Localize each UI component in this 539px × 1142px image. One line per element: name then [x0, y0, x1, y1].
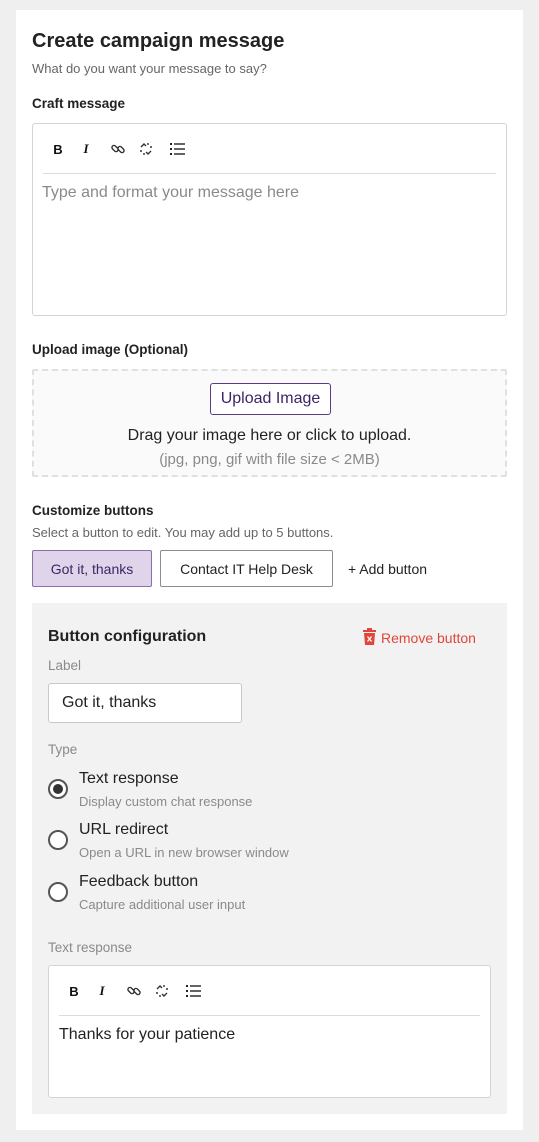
upload-image-button[interactable]: Upload Image	[210, 383, 331, 415]
radio-label: Feedback button	[79, 873, 199, 890]
radio-description: Display custom chat response	[79, 794, 253, 809]
remove-button[interactable]: Remove button	[362, 628, 476, 648]
radio-text-response[interactable]	[48, 779, 68, 799]
customize-buttons-label: Customize buttons	[32, 503, 154, 518]
image-dropzone[interactable]: Upload Image Drag your image here or cli…	[32, 369, 507, 477]
link-icon[interactable]	[107, 138, 129, 160]
upload-image-label: Upload image (Optional)	[32, 342, 189, 357]
message-editor[interactable]: B I Type and format your message here	[32, 123, 507, 316]
type-label: Type	[48, 742, 78, 757]
unlink-icon[interactable]	[151, 980, 173, 1002]
button-chip-contact-it[interactable]: Contact IT Help Desk	[160, 550, 333, 587]
text-response-editor[interactable]: B I Thanks for your patience	[48, 965, 491, 1098]
customize-buttons-description: Select a button to edit. You may add up …	[32, 525, 334, 540]
button-configuration-panel: Button configuration Remove button Label…	[32, 603, 507, 1114]
button-configuration-title: Button configuration	[48, 628, 207, 645]
radio-description: Capture additional user input	[79, 897, 246, 912]
campaign-message-card: Create campaign message What do you want…	[16, 10, 523, 1130]
button-chip-got-it[interactable]: Got it, thanks	[32, 550, 152, 587]
dropzone-hint: (jpg, png, gif with file size < 2MB)	[159, 451, 380, 468]
radio-url-redirect[interactable]	[48, 830, 68, 850]
label-field-label: Label	[48, 658, 82, 673]
page-subtitle: What do you want your message to say?	[32, 61, 267, 76]
remove-button-label: Remove button	[381, 630, 476, 646]
label-input[interactable]	[48, 683, 242, 723]
message-placeholder[interactable]: Type and format your message here	[42, 184, 299, 202]
radio-feedback-button[interactable]	[48, 882, 68, 902]
italic-icon[interactable]: I	[75, 138, 97, 160]
editor-toolbar: B I	[43, 124, 496, 174]
radio-label: URL redirect	[79, 821, 169, 838]
text-response-label: Text response	[48, 940, 133, 955]
unlink-icon[interactable]	[135, 138, 157, 160]
editor-toolbar: B I	[59, 966, 480, 1016]
add-button[interactable]: + Add button	[348, 550, 427, 587]
link-icon[interactable]	[123, 980, 145, 1002]
page-title: Create campaign message	[32, 30, 285, 52]
bullet-list-icon[interactable]	[183, 980, 205, 1002]
craft-message-label: Craft message	[32, 96, 126, 111]
bold-icon[interactable]: B	[47, 138, 69, 160]
radio-description: Open a URL in new browser window	[79, 845, 289, 860]
italic-icon[interactable]: I	[91, 980, 113, 1002]
radio-label: Text response	[79, 770, 179, 787]
bullet-list-icon[interactable]	[167, 138, 189, 160]
text-response-content[interactable]: Thanks for your patience	[59, 1026, 235, 1044]
dropzone-instruction: Drag your image here or click to upload.	[127, 427, 412, 444]
bold-icon[interactable]: B	[63, 980, 85, 1002]
trash-icon	[362, 628, 377, 648]
